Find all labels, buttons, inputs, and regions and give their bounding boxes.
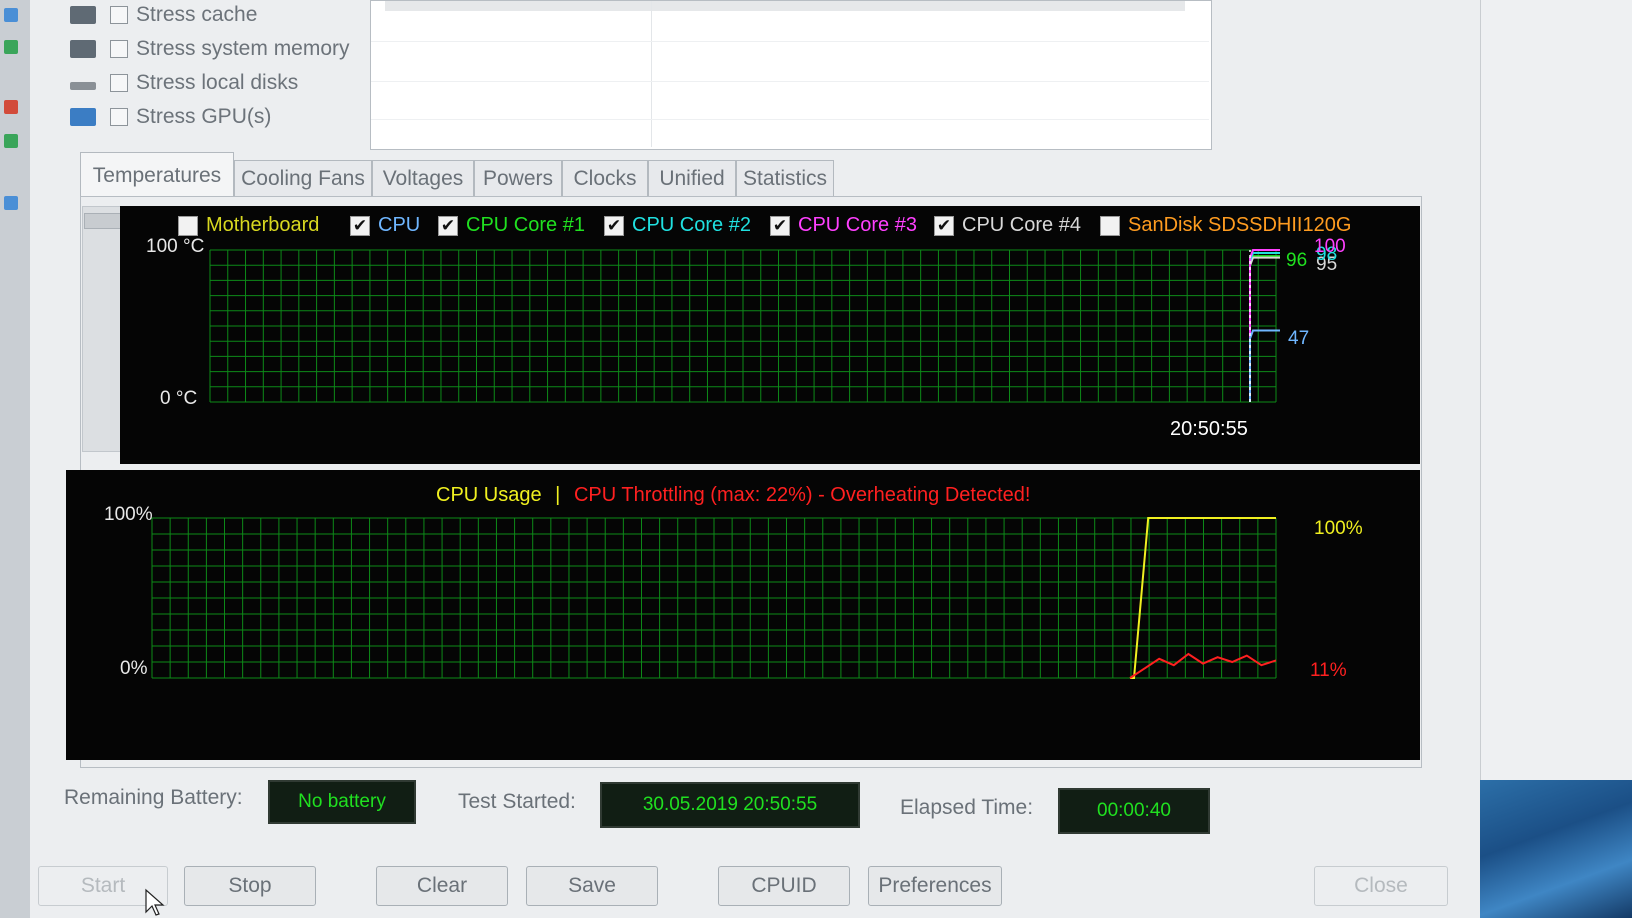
elapsed-time-value: 00:00:40 bbox=[1058, 788, 1210, 834]
stress-gpu-checkbox[interactable] bbox=[110, 108, 128, 126]
preferences-button[interactable]: Preferences bbox=[868, 866, 1002, 906]
app-icon[interactable] bbox=[4, 40, 18, 54]
mouse-cursor-icon bbox=[145, 888, 165, 916]
stress-cache-checkbox[interactable] bbox=[110, 6, 128, 24]
stress-option-memory[interactable]: Stress system memory bbox=[70, 34, 350, 64]
stop-button[interactable]: Stop bbox=[184, 866, 316, 906]
app-icon[interactable] bbox=[4, 8, 18, 22]
stress-option-label: Stress cache bbox=[136, 3, 258, 26]
core1-temp-readout: 96 bbox=[1286, 250, 1308, 271]
tab-clocks[interactable]: Clocks bbox=[562, 160, 648, 196]
battery-value: No battery bbox=[268, 780, 416, 824]
cpu-plot bbox=[151, 517, 1277, 679]
clear-button[interactable]: Clear bbox=[376, 866, 508, 906]
desktop-wallpaper bbox=[1480, 780, 1632, 918]
stress-disks-checkbox[interactable] bbox=[110, 74, 128, 92]
cpu-usage-graph: CPU Usage | CPU Throttling (max: 22%) - … bbox=[66, 470, 1420, 760]
cache-icon bbox=[70, 6, 96, 24]
test-started-value: 30.05.2019 20:50:55 bbox=[600, 782, 860, 828]
test-started-label: Test Started: bbox=[458, 790, 576, 813]
right-background bbox=[1480, 0, 1632, 780]
table-header bbox=[385, 1, 1185, 11]
graph-scroll-slider[interactable] bbox=[82, 206, 122, 452]
tab-statistics[interactable]: Statistics bbox=[736, 160, 834, 196]
cpu-throttle-readout: 11% bbox=[1310, 660, 1347, 681]
tab-unified[interactable]: Unified bbox=[648, 160, 736, 196]
temp-time-label: 20:50:55 bbox=[1170, 418, 1248, 440]
temperature-graph: Motherboard ✔ CPU ✔ CPU Core #1 ✔ CPU Co… bbox=[120, 206, 1420, 464]
stress-option-disks[interactable]: Stress local disks bbox=[70, 68, 298, 98]
core3-temp-readout: 100 bbox=[1314, 236, 1346, 257]
grid bbox=[151, 517, 1277, 679]
tab-powers[interactable]: Powers bbox=[474, 160, 562, 196]
app-icon[interactable] bbox=[4, 100, 18, 114]
disk-icon bbox=[70, 82, 96, 90]
tab-temperatures[interactable]: Temperatures bbox=[80, 152, 234, 198]
stress-option-gpu[interactable]: Stress GPU(s) bbox=[70, 102, 271, 132]
tab-cooling-fans[interactable]: Cooling Fans bbox=[234, 160, 372, 196]
slider-thumb[interactable] bbox=[84, 213, 122, 229]
stress-option-label: Stress local disks bbox=[136, 71, 299, 94]
app-icon[interactable] bbox=[4, 196, 18, 210]
cpuid-button[interactable]: CPUID bbox=[718, 866, 850, 906]
stress-option-label: Stress GPU(s) bbox=[136, 105, 272, 128]
app-icon[interactable] bbox=[4, 134, 18, 148]
cpu-temp-readout: 47 bbox=[1288, 328, 1310, 349]
close-button[interactable]: Close bbox=[1314, 866, 1448, 906]
save-button[interactable]: Save bbox=[526, 866, 658, 906]
stress-memory-checkbox[interactable] bbox=[110, 40, 128, 58]
stress-option-cache[interactable]: Stress cache bbox=[70, 0, 257, 30]
gpu-icon bbox=[70, 108, 96, 126]
status-table[interactable] bbox=[370, 0, 1212, 150]
elapsed-time-label: Elapsed Time: bbox=[900, 796, 1034, 819]
cpu-usage-readout: 100% bbox=[1314, 518, 1363, 539]
grid bbox=[209, 249, 1277, 403]
memory-icon bbox=[70, 40, 96, 58]
desktop-left-strip bbox=[0, 0, 31, 918]
stress-option-label: Stress system memory bbox=[136, 37, 350, 60]
battery-label: Remaining Battery: bbox=[64, 786, 243, 809]
tab-voltages[interactable]: Voltages bbox=[372, 160, 474, 196]
